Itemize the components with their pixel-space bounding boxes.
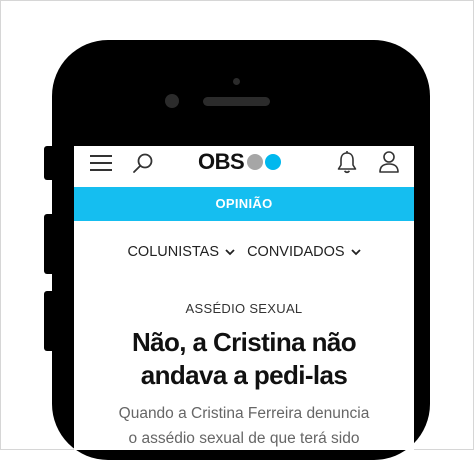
subnav-colunistas-label: COLUNISTAS <box>127 244 220 260</box>
headline-line-1: Não, a Cristina não <box>131 327 357 357</box>
lede-line-1: Quando a Cristina Ferreira denuncia <box>118 405 370 422</box>
menu-icon[interactable] <box>90 154 112 172</box>
lede-line-2: o assédio sexual de que terá sido <box>128 430 360 447</box>
chevron-down-icon <box>350 248 361 255</box>
search-icon[interactable] <box>132 152 154 174</box>
proximity-sensor <box>233 78 240 85</box>
subnav-colunistas[interactable]: COLUNISTAS <box>127 244 235 260</box>
phone-screen: OBS OPINIÃO COLUNISTAS CONVIDADOS ASSÉDI… <box>74 146 414 450</box>
obs-logo[interactable]: OBS <box>198 149 282 175</box>
user-icon[interactable] <box>378 150 400 174</box>
article-headline[interactable]: Não, a Cristina não andava a pedi-las <box>94 326 394 392</box>
article-kicker[interactable]: ASSÉDIO SEXUAL <box>74 301 414 316</box>
logo-grey-dot <box>247 154 264 170</box>
logo-blue-dot <box>265 154 282 170</box>
headline-line-2: andava a pedi-las <box>140 360 348 390</box>
subnav-convidados-label: CONVIDADOS <box>247 244 345 260</box>
logo-text: OBS <box>198 149 245 174</box>
front-camera <box>165 94 179 108</box>
earpiece-speaker <box>203 97 270 106</box>
section-subnav: COLUNISTAS CONVIDADOS <box>74 244 414 260</box>
subnav-convidados[interactable]: CONVIDADOS <box>247 244 361 260</box>
site-header: OBS <box>74 146 414 186</box>
bell-icon[interactable] <box>336 150 358 174</box>
article-lede: Quando a Cristina Ferreira denuncia o as… <box>88 401 400 450</box>
section-banner-opiniao[interactable]: OPINIÃO <box>74 187 414 221</box>
chevron-down-icon <box>225 248 235 255</box>
